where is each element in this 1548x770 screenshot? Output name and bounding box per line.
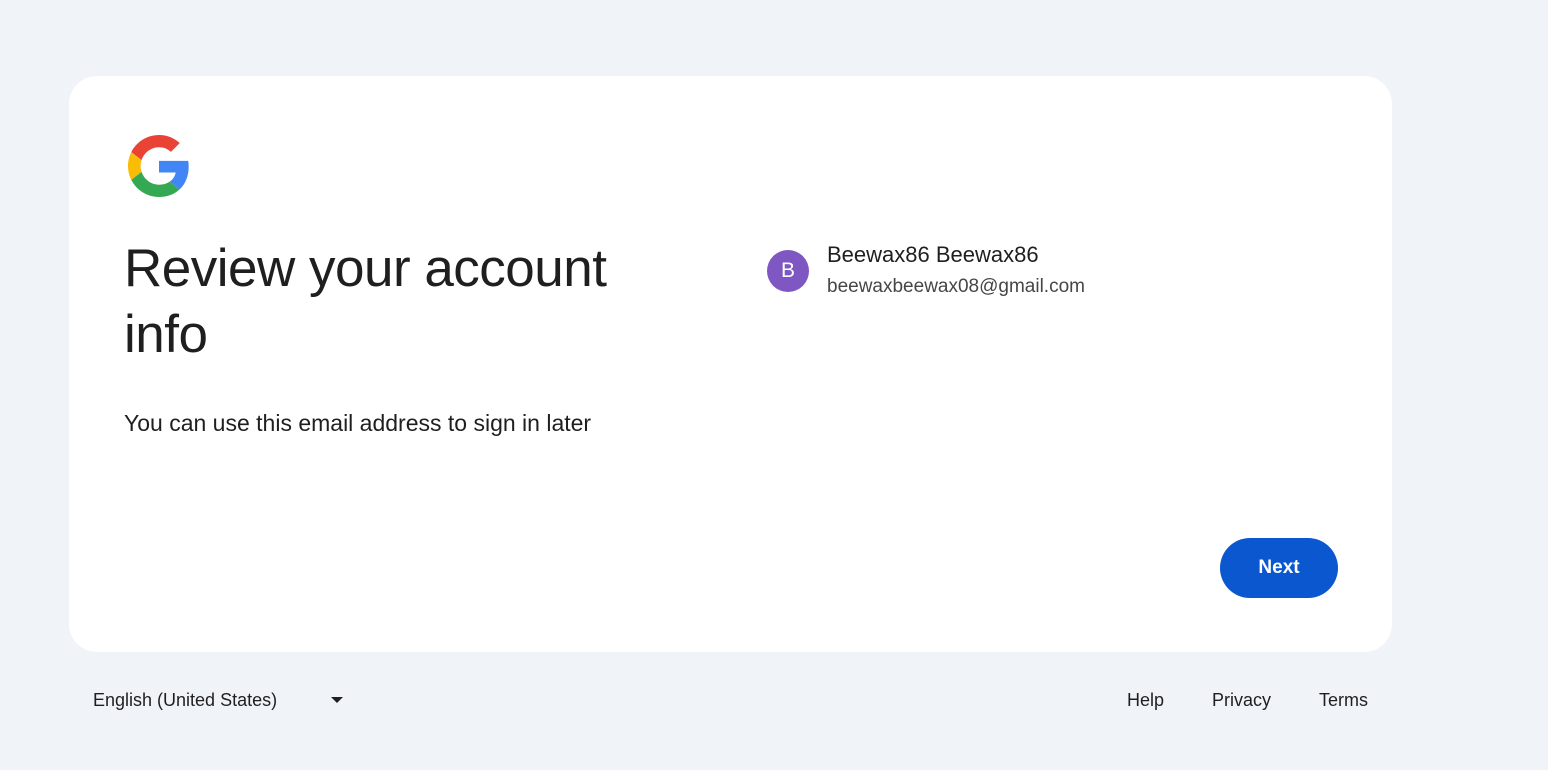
signin-card: Review your account info You can use thi…	[69, 76, 1392, 652]
page-title: Review your account info	[124, 239, 607, 364]
account-details: Beewax86 Beewax86 beewaxbeewax08@gmail.c…	[827, 240, 1085, 300]
language-label: English (United States)	[93, 689, 278, 710]
footer: English (United States) Help Privacy Ter…	[69, 680, 1392, 720]
next-button[interactable]: Next	[1220, 538, 1338, 598]
privacy-link[interactable]: Privacy	[1212, 690, 1271, 711]
account-chip: B Beewax86 Beewax86 beewaxbeewax08@gmail…	[767, 240, 1085, 300]
account-name: Beewax86 Beewax86	[827, 242, 1039, 267]
account-email: beewaxbeewax08@gmail.com	[827, 276, 1085, 297]
google-logo-icon	[128, 135, 189, 197]
footer-links: Help Privacy Terms	[1079, 680, 1368, 720]
avatar: B	[767, 250, 809, 292]
language-selector[interactable]: English (United States)	[85, 680, 355, 720]
help-link[interactable]: Help	[1127, 690, 1164, 711]
page-subtitle: You can use this email address to sign i…	[124, 410, 592, 436]
chevron-down-icon	[331, 697, 343, 703]
terms-link[interactable]: Terms	[1319, 690, 1368, 711]
